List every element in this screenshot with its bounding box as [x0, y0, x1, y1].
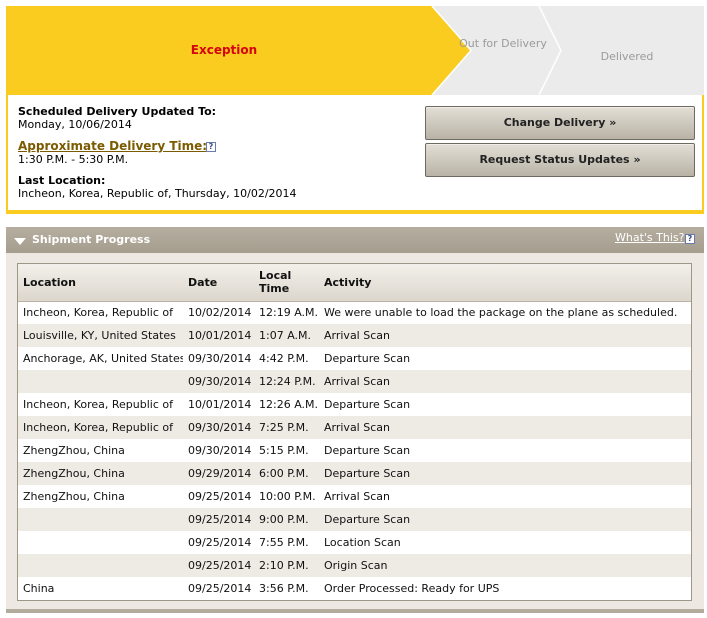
- table-header-row: Location Date Local Time Activity: [18, 264, 691, 302]
- location-cell: [18, 554, 183, 577]
- shipment-progress-table: Location Date Local Time Activity Incheo…: [18, 264, 691, 600]
- approximate-delivery-time-value: 1:30 P.M. - 5:30 P.M.: [18, 153, 129, 166]
- activity-cell: Origin Scan: [324, 559, 388, 572]
- local-time-cell: 12:24 P.M.: [259, 375, 316, 388]
- table-row: ZhengZhou, China 09/29/2014 6:00 P.M. Depar…: [18, 462, 691, 485]
- date-cell: 09/30/2014: [188, 352, 252, 365]
- column-header-local-time: Local Time: [254, 264, 319, 302]
- shipment-progress-title: Shipment Progress: [32, 233, 151, 246]
- activity-cell: Departure Scan: [324, 398, 411, 411]
- local-time-cell: 12:19 A.M.: [259, 306, 319, 320]
- local-time-cell: 2:10 P.M.: [259, 559, 309, 572]
- scheduled-delivery-title: Scheduled Delivery Updated To:: [18, 105, 217, 118]
- local-time-cell: 5:15 P.M.: [259, 444, 309, 457]
- local-time-cell: 10:00 P.M.: [259, 490, 316, 503]
- table-row: 09/25/2014 7:55 P.M. Location Scan: [18, 531, 691, 554]
- activity-cell: Arrival Scan: [324, 490, 390, 503]
- shipment-progress-header[interactable]: Shipment Progress What's This? ?: [6, 227, 704, 253]
- location-cell: ZhengZhou, China: [23, 490, 125, 503]
- request-status-updates-button[interactable]: Request Status Updates »: [425, 143, 695, 177]
- date-cell: 10/02/2014: [188, 306, 252, 320]
- activity-cell: Departure Scan: [324, 444, 411, 457]
- activity-cell: Location Scan: [324, 536, 401, 549]
- column-header-activity: Activity: [319, 264, 691, 302]
- date-cell: 10/01/2014: [188, 398, 252, 411]
- location-cell: Incheon, Korea, Republic of: [23, 421, 173, 434]
- step-delivered-label: Delivered: [600, 50, 654, 63]
- location-cell: China: [23, 582, 55, 595]
- date-cell: 09/30/2014: [188, 444, 252, 457]
- shipment-status-tracker: Exception Out for Delivery Delivered: [6, 6, 704, 95]
- shipment-progress-table-container: Location Date Local Time Activity Incheo…: [17, 263, 692, 601]
- activity-cell: Arrival Scan: [324, 421, 390, 434]
- local-time-cell: 1:07 A.M.: [259, 329, 312, 342]
- local-time-cell: 9:00 P.M.: [259, 513, 309, 526]
- location-cell: Louisville, KY, United States: [23, 329, 176, 342]
- table-row: Anchorage, AK, United States 09/30/2014 4:…: [18, 347, 691, 370]
- table-row: Incheon, Korea, Republic of 10/01/2014 12:…: [18, 393, 691, 416]
- whats-this-link[interactable]: What's This?: [615, 231, 684, 244]
- date-cell: 09/30/2014: [188, 375, 252, 388]
- date-cell: 09/29/2014: [188, 467, 252, 480]
- table-row: ZhengZhou, China 09/30/2014 5:15 P.M. Depar…: [18, 439, 691, 462]
- help-icon[interactable]: ?: [685, 234, 695, 244]
- local-time-cell: 7:55 P.M.: [259, 536, 309, 549]
- location-cell: [18, 531, 183, 554]
- table-row: Incheon, Korea, Republic of 10/02/2014 12:…: [18, 301, 691, 324]
- activity-cell: Arrival Scan: [324, 375, 390, 388]
- date-cell: 09/25/2014: [188, 559, 252, 572]
- activity-cell: Departure Scan: [324, 352, 411, 365]
- local-time-cell: 3:56 P.M.: [259, 582, 309, 595]
- date-cell: 09/30/2014: [188, 421, 252, 434]
- table-body: Incheon, Korea, Republic of 10/02/2014 12:…: [18, 301, 691, 600]
- local-time-cell: 7:25 P.M.: [259, 421, 309, 434]
- date-cell: 09/25/2014: [188, 536, 252, 549]
- local-time-header-text: Local Time: [259, 269, 292, 296]
- table-row: China 09/25/2014 3:56 P.M. Order Processed:…: [18, 577, 691, 600]
- table-row: Louisville, KY, United States 10/01/2014 1…: [18, 324, 691, 347]
- location-cell: [18, 370, 183, 393]
- location-cell: ZhengZhou, China: [23, 444, 125, 457]
- collapse-triangle-icon[interactable]: [14, 238, 26, 245]
- local-time-cell: 4:42 P.M.: [259, 352, 309, 365]
- column-header-date: Date: [183, 264, 254, 302]
- location-cell: ZhengZhou, China: [23, 467, 125, 480]
- change-delivery-button[interactable]: Change Delivery »: [425, 106, 695, 140]
- local-time-cell: 12:26 A.M.: [259, 398, 319, 411]
- activity-cell: Arrival Scan: [324, 329, 390, 342]
- table-row: 09/30/2014 12:24 P.M. Arrival Scan: [18, 370, 691, 393]
- activity-cell: We were unable to load the package on th…: [324, 306, 678, 320]
- local-time-cell: 6:00 P.M.: [259, 467, 309, 480]
- date-cell: 09/25/2014: [188, 513, 252, 526]
- activity-cell: Departure Scan: [324, 467, 411, 480]
- activity-cell: Departure Scan: [324, 513, 411, 526]
- last-location-value: Incheon, Korea, Republic of, Thursday, 1…: [18, 187, 297, 200]
- table-row: 09/25/2014 2:10 P.M. Origin Scan: [18, 554, 691, 577]
- location-cell: Incheon, Korea, Republic of: [23, 306, 173, 320]
- last-location-title: Last Location:: [18, 174, 106, 187]
- step-out-for-delivery-label: Out for Delivery: [459, 37, 547, 50]
- date-cell: 10/01/2014: [188, 329, 252, 342]
- table-row: Incheon, Korea, Republic of 09/30/2014 7:2…: [18, 416, 691, 439]
- shipment-progress-panel: Shipment Progress What's This? ? Locatio…: [6, 227, 704, 613]
- table-row: 09/25/2014 9:00 P.M. Departure Scan: [18, 508, 691, 531]
- column-header-location: Location: [18, 264, 183, 302]
- location-cell: Incheon, Korea, Republic of: [23, 398, 173, 411]
- delivery-info-panel: Scheduled Delivery Updated To: Monday, 1…: [6, 95, 704, 214]
- scheduled-delivery-date: Monday, 10/06/2014: [18, 118, 132, 131]
- location-cell: [18, 508, 183, 531]
- activity-cell: Order Processed: Ready for UPS: [324, 582, 500, 595]
- help-icon[interactable]: ?: [206, 142, 216, 152]
- date-cell: 09/25/2014: [188, 490, 252, 503]
- approximate-delivery-time-link[interactable]: Approximate Delivery Time:: [18, 139, 207, 153]
- table-row: ZhengZhou, China 09/25/2014 10:00 P.M. Arri…: [18, 485, 691, 508]
- location-cell: Anchorage, AK, United States: [23, 352, 183, 365]
- date-cell: 09/25/2014: [188, 582, 252, 595]
- step-exception-label: Exception: [190, 43, 258, 57]
